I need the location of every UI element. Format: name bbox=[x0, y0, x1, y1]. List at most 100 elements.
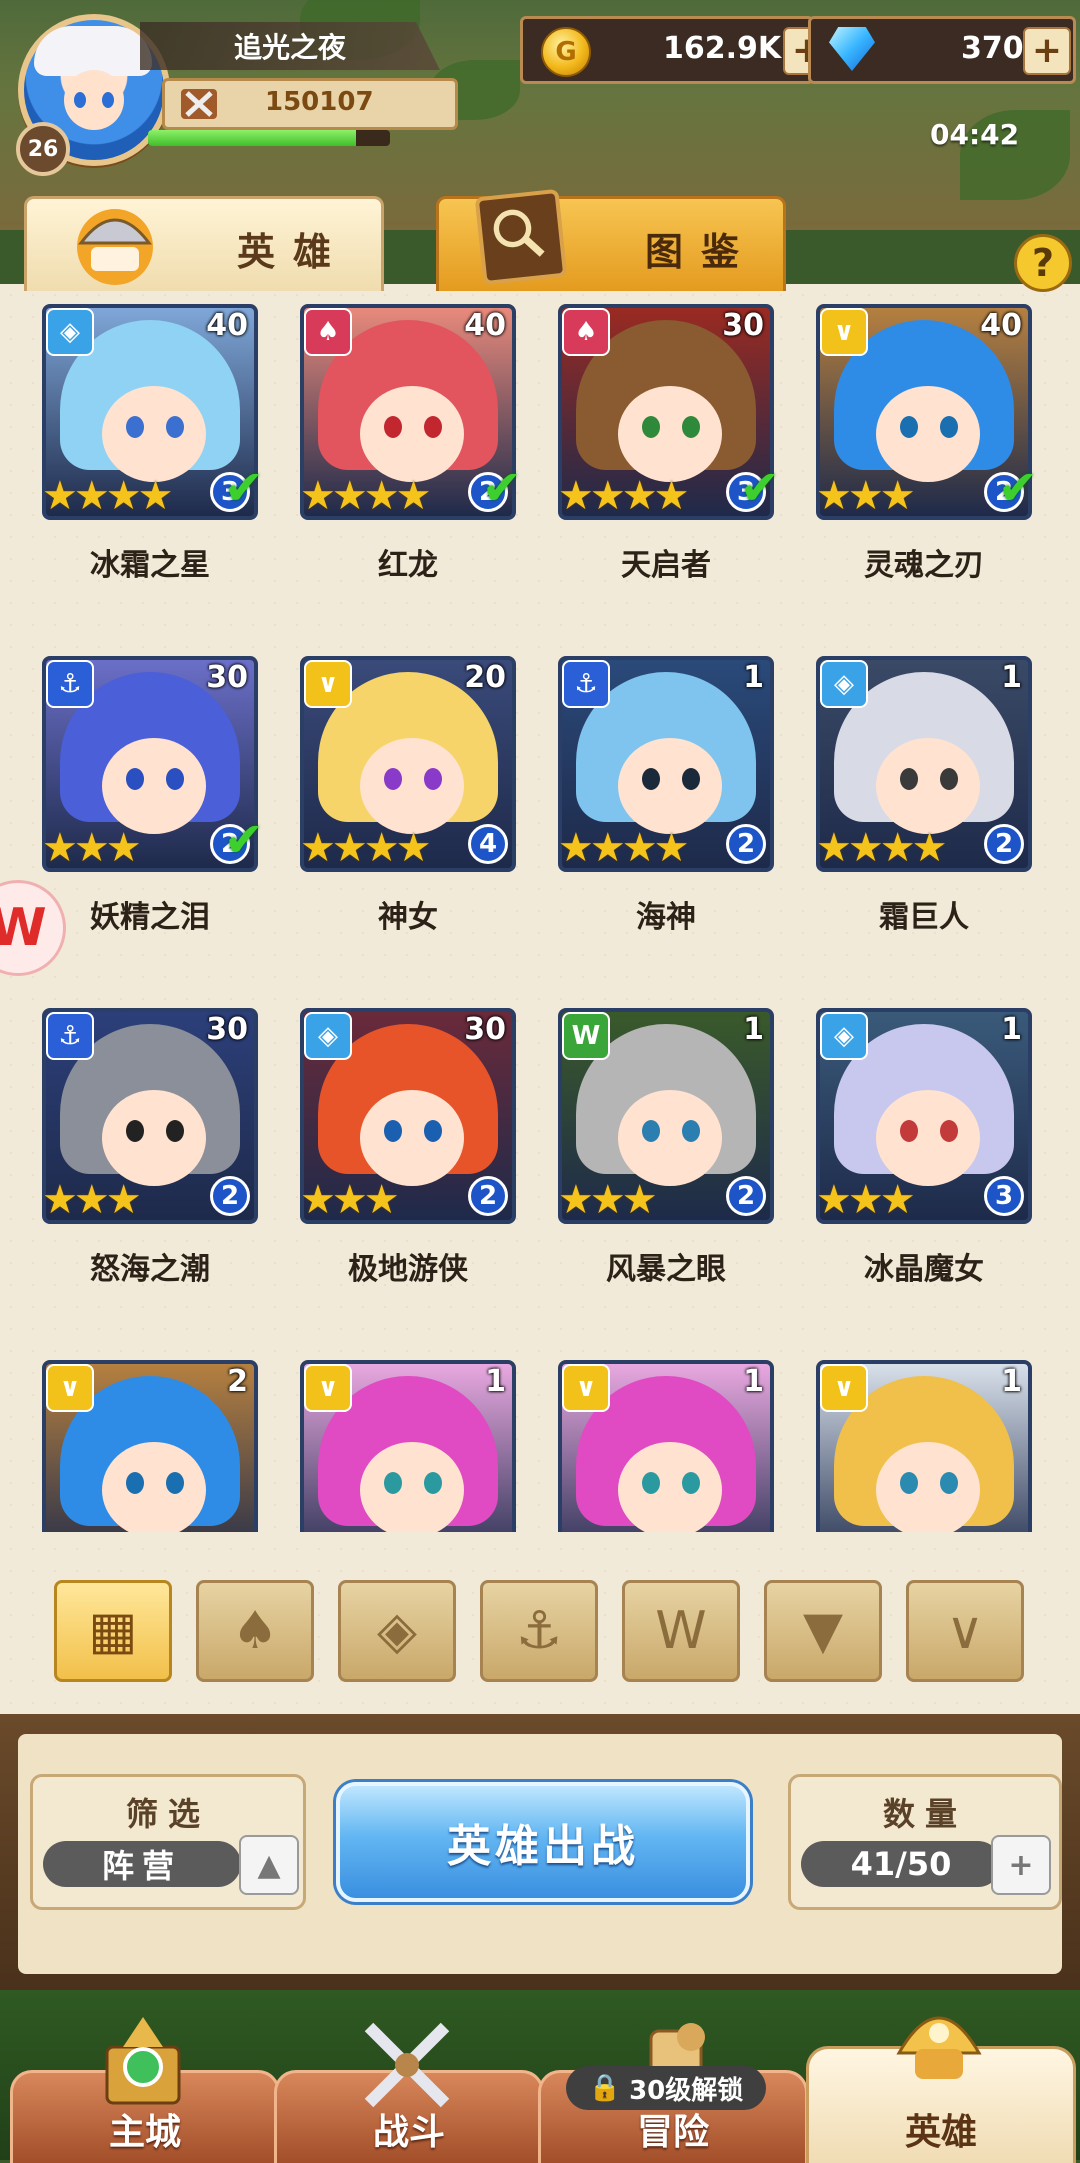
filter-flame-icon[interactable]: ♠ bbox=[196, 1580, 314, 1682]
nav-tab-heroes[interactable]: 英雄 bbox=[806, 2016, 1076, 2163]
hero-eye bbox=[682, 1472, 700, 1494]
nav-tab-city[interactable]: 主城 bbox=[10, 2017, 280, 2163]
hero-level: 1 bbox=[1001, 660, 1022, 695]
deployed-check-icon: ✔ bbox=[223, 812, 264, 868]
hero-name: 极地游侠 bbox=[348, 1252, 468, 1287]
hero-count-control: 数量 41/50 + bbox=[788, 1774, 1062, 1910]
hero-eye bbox=[166, 1472, 184, 1494]
filter-toggle-up-icon[interactable]: ▲ bbox=[239, 1835, 299, 1895]
hero-grid[interactable]: ◈ 40 ★ ★ ★ ★ 3 ✔ 冰霜之星 ♠ 40 ★ ★ ★ ★ 2 ✔ 红龙 ♠ 30 ★ ★ ★ ★ 3 ✔ 天启者 ∨… bbox=[0, 284, 1080, 1532]
filter-title: 筛选 bbox=[125, 1795, 210, 1833]
star-icon: ★ bbox=[816, 1177, 852, 1223]
filter-demon-icon[interactable]: ▼ bbox=[764, 1580, 882, 1682]
star-icon: ★ bbox=[847, 825, 884, 871]
deploy-heroes-button[interactable]: 英雄出战 bbox=[336, 1782, 750, 1902]
filter-crystal-icon[interactable]: ◈ bbox=[338, 1580, 456, 1682]
filter-beast-icon[interactable]: W bbox=[622, 1580, 740, 1682]
hero-level: 30 bbox=[206, 660, 248, 695]
star-icon: ★ bbox=[300, 1177, 336, 1223]
hero-card[interactable]: ∨ 1 bbox=[300, 1360, 516, 1532]
star-icon: ★ bbox=[105, 1177, 142, 1223]
hero-eye bbox=[424, 1472, 442, 1494]
hero-rank-badge: 2 bbox=[726, 824, 766, 864]
hero-card[interactable]: ⚓ 30 ★ ★ ★ 2 ✔ bbox=[42, 656, 264, 872]
hero-star-rating: ★ ★ ★ bbox=[816, 473, 916, 519]
hero-level: 1 bbox=[743, 1364, 764, 1399]
hero-face bbox=[618, 738, 722, 834]
star-icon: ★ bbox=[911, 825, 948, 871]
star-icon: ★ bbox=[363, 825, 400, 871]
star-icon: ★ bbox=[816, 473, 852, 519]
star-icon: ★ bbox=[879, 825, 916, 871]
hero-eye bbox=[940, 1120, 958, 1142]
crossed-swords-nav-icon bbox=[364, 2022, 450, 2108]
avatar-hat bbox=[34, 26, 152, 76]
hero-card[interactable]: W 1 ★ ★ ★ 2 bbox=[558, 1008, 774, 1224]
hero-eye bbox=[940, 1472, 958, 1494]
help-button[interactable]: ? bbox=[1014, 234, 1072, 292]
hero-eye bbox=[424, 416, 442, 438]
hero-eye bbox=[126, 768, 144, 790]
expand-capacity-button[interactable]: + bbox=[991, 1835, 1051, 1895]
faction-anchor-icon: ⚓ bbox=[46, 1012, 94, 1060]
star-icon: ★ bbox=[589, 825, 626, 871]
tab-heroes[interactable]: 英雄 bbox=[24, 196, 384, 291]
hero-card[interactable]: ∨ 40 ★ ★ ★ 2 ✔ bbox=[816, 304, 1038, 520]
hero-card[interactable]: ◈ 40 ★ ★ ★ ★ 3 ✔ bbox=[42, 304, 264, 520]
hero-card[interactable]: ♠ 30 ★ ★ ★ ★ 3 ✔ bbox=[558, 304, 780, 520]
hero-card[interactable]: ◈ 30 ★ ★ ★ 2 bbox=[300, 1008, 516, 1224]
filter-grid-all-icon[interactable]: ▦ bbox=[54, 1580, 172, 1682]
adventure-lock-text: 30级解锁 bbox=[629, 2075, 744, 2106]
hero-eye bbox=[642, 1472, 660, 1494]
hero-star-rating: ★ ★ ★ ★ bbox=[300, 476, 431, 516]
hero-face bbox=[876, 386, 980, 482]
hero-card[interactable]: ⚓ 30 ★ ★ ★ 2 bbox=[42, 1008, 258, 1224]
nav-tab-battle[interactable]: 战斗 bbox=[274, 2022, 544, 2163]
hero-rank-badge: 2 bbox=[984, 824, 1024, 864]
hero-rank-badge: 2 bbox=[210, 1176, 250, 1216]
hero-eye bbox=[384, 1472, 402, 1494]
exp-bar-fill bbox=[148, 130, 357, 146]
avatar-eye bbox=[74, 92, 86, 108]
hero-eye bbox=[682, 768, 700, 790]
faction-anchor-icon: ⚓ bbox=[46, 660, 94, 708]
crossed-swords-icon bbox=[181, 89, 217, 119]
tab-heroes-label: 英雄 bbox=[237, 230, 350, 274]
tab-codex-label: 图鉴 bbox=[645, 230, 758, 274]
hero-card[interactable]: ◈ 1 ★ ★ ★ ★ 2 bbox=[816, 656, 1032, 872]
filter-anchor-icon[interactable]: ⚓ bbox=[480, 1580, 598, 1682]
hero-level: 2 bbox=[227, 1364, 248, 1399]
hero-card[interactable]: ◈ 1 ★ ★ ★ 3 bbox=[816, 1008, 1032, 1224]
hero-level: 20 bbox=[464, 660, 506, 695]
gold-coin-icon: G bbox=[541, 27, 591, 77]
magnifier-book-icon bbox=[474, 188, 568, 286]
filter-value[interactable]: 阵营 bbox=[43, 1841, 241, 1887]
hero-star-rating: ★ ★ ★ ★ bbox=[558, 473, 689, 519]
hero-star-rating: ★ ★ ★ bbox=[300, 1177, 400, 1223]
hero-card[interactable]: ⚓ 1 ★ ★ ★ ★ 2 bbox=[558, 656, 774, 872]
faction-chevron-icon: ∨ bbox=[304, 1364, 352, 1412]
hero-card[interactable]: ∨ 2 bbox=[42, 1360, 258, 1532]
hero-card[interactable]: ∨ 1 bbox=[816, 1360, 1032, 1532]
hero-eye bbox=[682, 416, 700, 438]
star-icon: ★ bbox=[300, 825, 336, 871]
hero-eye bbox=[900, 1472, 918, 1494]
tab-codex[interactable]: 图鉴 bbox=[436, 188, 786, 291]
hero-face bbox=[102, 386, 206, 482]
lock-icon: 🔒 bbox=[588, 2073, 622, 2103]
hero-card[interactable]: ♠ 40 ★ ★ ★ ★ 2 ✔ bbox=[300, 304, 522, 520]
hero-level: 1 bbox=[743, 660, 764, 695]
hero-card[interactable]: ∨ 20 ★ ★ ★ ★ 4 bbox=[300, 656, 516, 872]
filter-chevron-icon[interactable]: ∨ bbox=[906, 1580, 1024, 1682]
hero-face bbox=[618, 1090, 722, 1186]
star-icon: ★ bbox=[589, 473, 626, 519]
star-icon: ★ bbox=[589, 1177, 626, 1223]
hero-face bbox=[102, 1442, 206, 1532]
hero-name: 神女 bbox=[378, 900, 438, 935]
hero-face bbox=[360, 386, 464, 482]
adventure-lock-badge: 🔒 30级解锁 bbox=[566, 2066, 766, 2110]
hero-name: 怒海之潮 bbox=[90, 1252, 210, 1287]
add-gems-button[interactable]: + bbox=[1023, 27, 1071, 75]
diamond-icon bbox=[829, 27, 875, 71]
hero-card[interactable]: ∨ 1 bbox=[558, 1360, 774, 1532]
